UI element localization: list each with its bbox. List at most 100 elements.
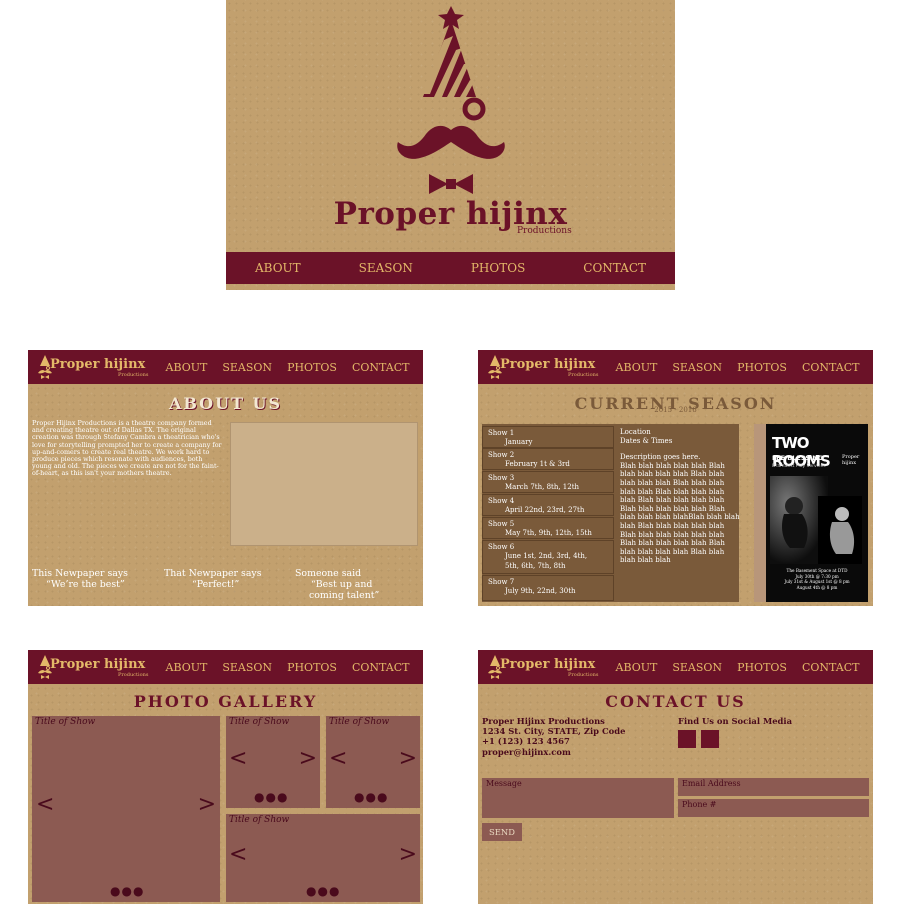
poster-figures-icon [770, 476, 862, 564]
poster-presenter: Proper hijinx [842, 454, 860, 466]
send-button[interactable]: SEND [482, 823, 522, 841]
nav-season[interactable]: SEASON [222, 361, 272, 374]
header-nav: ABOUT SEASON PHOTOS CONTACT [608, 350, 867, 384]
site-header: Proper hijinx Productions ABOUT SEASON P… [478, 350, 873, 384]
hero-brand-name: Proper hijinx [333, 196, 568, 232]
site-header: Proper hijinx Productions ABOUT SEASON P… [28, 350, 423, 384]
nav-photos[interactable]: PHOTOS [287, 661, 337, 674]
show-item[interactable]: Show 3 March 7th, 8th, 12th [482, 471, 614, 493]
show-item[interactable]: Show 5 May 7th, 9th, 12th, 15th [482, 517, 614, 539]
show-dates: March 7th, 8th, 12th [505, 483, 580, 491]
nav-contact[interactable]: CONTACT [802, 661, 860, 674]
nav-photos[interactable]: PHOTOS [737, 661, 787, 674]
gallery-item-small[interactable]: Title of Show < > ●●● [326, 716, 420, 808]
next-arrow-icon[interactable]: > [399, 842, 417, 867]
header-nav: ABOUT SEASON PHOTOS CONTACT [158, 650, 417, 684]
street-address: 1234 St. City, STATE, Zip Code [482, 726, 626, 737]
poster-date-3: August 4th @ 8 pm [796, 584, 838, 590]
quote-1-source: This Newpaper says [32, 568, 128, 579]
nav-contact[interactable]: CONTACT [352, 661, 410, 674]
quote-3-text: “Best up and [311, 579, 373, 590]
prev-arrow-icon[interactable]: < [329, 746, 347, 771]
message-field[interactable]: Message [482, 778, 674, 818]
hero-nav-season[interactable]: SEASON [359, 261, 413, 275]
gallery-item-title: Title of Show [229, 717, 290, 727]
next-arrow-icon[interactable]: > [399, 746, 417, 771]
season-show-list: Show 1 January Show 2 February 1t & 3rd … [482, 424, 740, 602]
gallery-item-small[interactable]: Title of Show < > ●●● [226, 716, 320, 808]
phone-label: Phone # [682, 800, 717, 809]
show-item[interactable]: Show 6 June 1st, 2nd, 3rd, 4th, 5th, 6th… [482, 540, 614, 574]
nav-season[interactable]: SEASON [672, 361, 722, 374]
show-name: Show 3 [488, 474, 515, 482]
prev-arrow-icon[interactable]: < [36, 792, 54, 817]
nav-contact[interactable]: CONTACT [802, 361, 860, 374]
header-nav: ABOUT SEASON PHOTOS CONTACT [608, 650, 867, 684]
show-name: Show 5 [488, 520, 515, 528]
header-brand[interactable]: Proper hijinx [50, 357, 145, 372]
nav-about[interactable]: ABOUT [616, 361, 658, 374]
prev-arrow-icon[interactable]: < [229, 842, 247, 867]
prev-arrow-icon[interactable]: < [229, 746, 247, 771]
show-item[interactable]: Show 2 February 1t & 3rd [482, 448, 614, 470]
header-brand-sub: Productions [568, 372, 599, 378]
gallery-item-wide[interactable]: Title of Show < > ●●● [226, 814, 420, 902]
quote-3-text-2: coming talent” [309, 590, 380, 601]
nav-about[interactable]: ABOUT [166, 661, 208, 674]
show-dates-2: 5th, 6th, 7th, 8th [505, 562, 566, 570]
social-icon[interactable] [678, 730, 696, 748]
email-address[interactable]: proper@hijinx.com [482, 747, 625, 757]
gallery-mockup: Proper hijinx Productions ABOUT SEASON P… [28, 650, 423, 904]
email-field[interactable]: Email Address [678, 778, 869, 796]
about-mockup: Proper hijinx Productions ABOUT SEASON P… [28, 350, 423, 606]
quote-3-source: Someone said [295, 568, 362, 579]
contact-address: Proper Hijinx Productions 1234 St. City,… [482, 716, 625, 757]
quote-2: That Newpaper says “Perfect!” [164, 568, 262, 590]
next-arrow-icon[interactable]: > [198, 792, 216, 817]
show-dates: May 7th, 9th, 12th, 15th [505, 529, 592, 537]
hero-nav-about[interactable]: ABOUT [255, 261, 301, 275]
nav-season[interactable]: SEASON [222, 661, 272, 674]
nav-about[interactable]: ABOUT [616, 661, 658, 674]
pagination-dots-icon[interactable]: ●●● [110, 884, 144, 898]
nav-about[interactable]: ABOUT [166, 361, 208, 374]
gallery-title: PHOTO GALLERY [133, 692, 318, 711]
show-item[interactable]: Show 1 January [482, 426, 614, 448]
gallery-item-title: Title of Show [35, 717, 96, 727]
company-name: Proper Hijinx Productions [482, 716, 605, 726]
contact-title: CONTACT US [605, 692, 746, 711]
pagination-dots-icon[interactable]: ●●● [306, 884, 340, 898]
social-label: Find Us on Social Media [678, 716, 793, 726]
show-name: Show 7 [488, 578, 515, 586]
show-item[interactable]: Show 4 April 22nd, 23rd, 27th [482, 494, 614, 516]
pagination-dots-icon[interactable]: ●●● [354, 790, 388, 804]
show-dates: July 9th, 22nd, 30th [505, 587, 576, 595]
detail-location: Location [620, 428, 651, 436]
social-icon[interactable] [701, 730, 719, 748]
hero-nav-contact[interactable]: CONTACT [583, 261, 646, 275]
header-brand[interactable]: Proper hijinx [50, 657, 145, 672]
season-mockup: Proper hijinx Productions ABOUT SEASON P… [478, 350, 873, 606]
phone-field[interactable]: Phone # [678, 799, 869, 817]
next-arrow-icon[interactable]: > [299, 746, 317, 771]
show-item[interactable]: Show 7 July 9th, 22nd, 30th [482, 575, 614, 601]
gallery-item-title: Title of Show [229, 815, 290, 825]
quote-1: This Newpaper says “We’re the best” [32, 568, 128, 590]
pagination-dots-icon[interactable]: ●●● [254, 790, 288, 804]
phone-number[interactable]: +1 (123) 123 4567 [482, 736, 625, 746]
header-brand[interactable]: Proper hijinx [500, 357, 595, 372]
nav-contact[interactable]: CONTACT [352, 361, 410, 374]
header-brand[interactable]: Proper hijinx [500, 657, 595, 672]
about-body: Proper Hijinx Productions is a theatre c… [32, 419, 222, 478]
poster-info: The Basement Space at DTD July 30th @ 7:… [766, 568, 868, 590]
nav-season[interactable]: SEASON [672, 661, 722, 674]
show-dates: February 1t & 3rd [505, 460, 570, 468]
nav-photos[interactable]: PHOTOS [287, 361, 337, 374]
quote-1-text: “We’re the best” [46, 579, 125, 590]
season-years: 2015 - 2016 [654, 406, 697, 414]
hero-nav-photos[interactable]: PHOTOS [471, 261, 525, 275]
nav-photos[interactable]: PHOTOS [737, 361, 787, 374]
gallery-item-large[interactable]: Title of Show < > ●●● [32, 716, 220, 902]
show-detail: Location Dates & Times Description goes … [620, 428, 740, 565]
poster-author: LEE BLESSING [772, 454, 824, 462]
